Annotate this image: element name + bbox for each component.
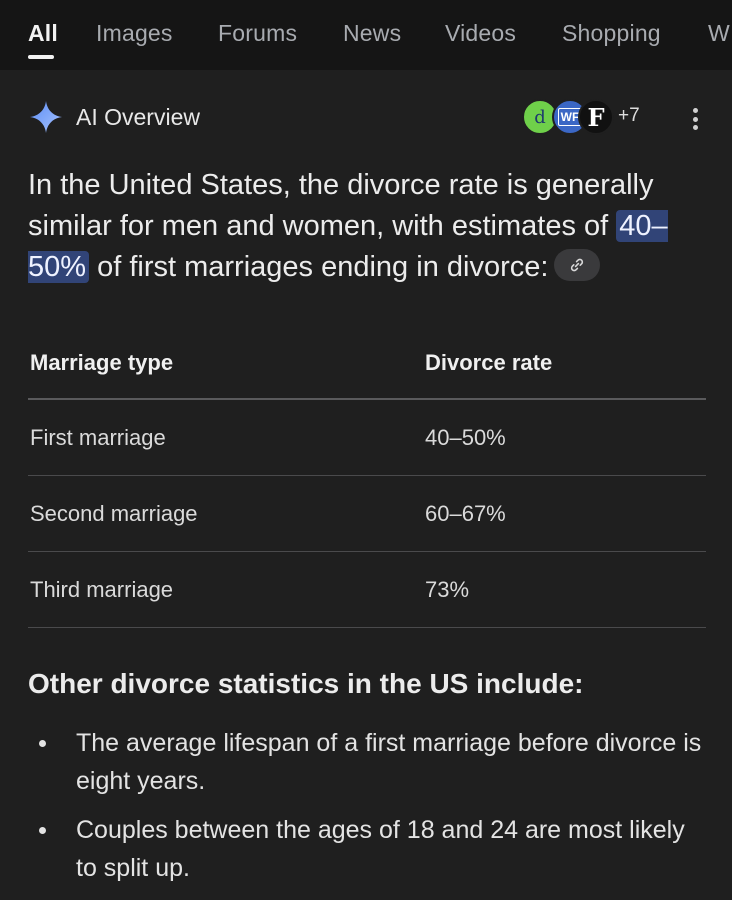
header-divider <box>28 398 706 400</box>
table-header-rate: Divorce rate <box>425 350 553 375</box>
ai-overview-title: AI Overview <box>76 104 200 130</box>
more-options-icon[interactable] <box>684 104 706 134</box>
row-divider <box>28 627 706 628</box>
ai-overview-header: AI Overview d WF F +7 <box>0 92 732 142</box>
table-cell-rate: 40–50% <box>425 425 506 450</box>
tab-news[interactable]: News <box>343 20 401 47</box>
tab-videos[interactable]: Videos <box>445 20 516 47</box>
tab-images[interactable]: Images <box>96 20 173 47</box>
table-header-type: Marriage type <box>30 350 174 375</box>
tab-all[interactable]: All <box>28 20 58 47</box>
table-cell-type: First marriage <box>30 425 166 450</box>
source-favicons[interactable]: d WF F +7 <box>522 99 652 135</box>
table-cell-rate: 73% <box>425 577 470 602</box>
source-f-icon[interactable]: F <box>578 99 614 135</box>
tab-forums[interactable]: Forums <box>218 20 297 47</box>
more-sources-count[interactable]: +7 <box>618 105 640 127</box>
ai-summary-text: In the United States, the divorce rate i… <box>28 169 668 283</box>
link-icon[interactable] <box>554 249 601 282</box>
tab-more-partial[interactable]: W <box>708 20 730 47</box>
section-heading: Other divorce statistics in the US inclu… <box>28 668 584 699</box>
table-cell-type: Second marriage <box>30 501 198 526</box>
row-divider <box>28 475 706 476</box>
tab-shopping[interactable]: Shopping <box>562 20 661 47</box>
active-tab-indicator <box>28 55 54 59</box>
sparkle-icon <box>30 101 62 133</box>
row-divider <box>28 551 706 552</box>
table-cell-type: Third marriage <box>30 577 174 602</box>
table-cell-rate: 60–67% <box>425 501 506 526</box>
search-tabs: All Images Forums News Videos Shopping W <box>0 0 732 70</box>
stats-list: The average lifespan of a first marriage… <box>28 724 708 898</box>
list-item: The average lifespan of a first marriage… <box>28 724 708 800</box>
list-item: Couples between the ages of 18 and 24 ar… <box>28 811 708 887</box>
